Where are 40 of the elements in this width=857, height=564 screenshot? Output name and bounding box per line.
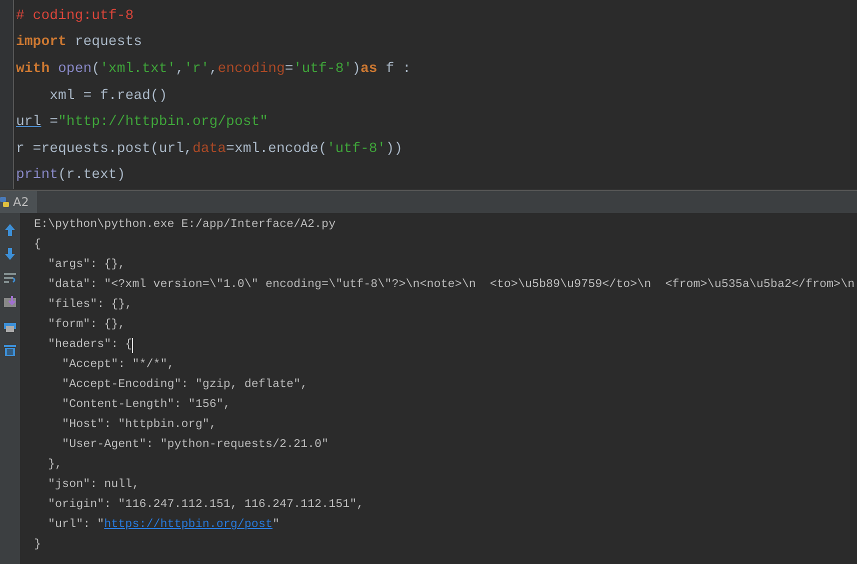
output-text: "json": null, [47,476,140,494]
output-text: "Host": "httpbin.org", [61,416,216,434]
output-text: E:\python\python.exe E:/app/Interface/A2.py [34,216,336,234]
output-text: "Content-Length": "156", [61,396,230,414]
code-token: 'r' [184,60,210,79]
python-icon [0,196,10,208]
code-comment: # coding:utf-8 [16,6,134,26]
down-arrow-icon[interactable] [2,246,18,262]
code-token: 'utf-8' [293,60,352,79]
code-token: open [57,60,92,79]
output-text: "data": "<?xml version=\"1.0\" encoding=\"utf-8\"?>\n<note>\n <to>\u5b89\u9759</to>\n <from>\u535a\u5ba2</from>\n [47,276,855,294]
code-token: url [16,113,42,132]
output-text: "headers": { [47,336,132,354]
up-arrow-icon[interactable] [2,222,18,238]
code-token: print [16,166,58,186]
run-tab[interactable]: A2 [0,191,37,213]
output-text: { [34,236,42,254]
code-token: 'xml.txt' [100,60,176,79]
output-text: "origin": "116.247.112.151, 116.247.112.151", [47,496,364,514]
url-link[interactable]: https://httpbin.org/post [104,516,272,534]
scroll-to-end-icon[interactable] [2,294,18,310]
code-editor[interactable]: # coding:utf-8 import requests with open('xml.txt','r',encoding='utf-8')as f : xml = f.read() url ="http://httpbin.org/post" r =requests.post(url,data=xml.encode('utf-8')) print(r.text) [0,0,857,190]
output-text: } [34,536,42,554]
output-text: "Accept-Encoding": "gzip, deflate", [61,376,308,394]
output-text: "files": {}, [47,296,132,314]
code-token: encoding [218,60,285,79]
code-token: data [192,140,226,159]
output-text: "args": {}, [47,256,126,274]
output-text: " [272,516,280,534]
code-token: with [16,60,50,79]
output-text: "Accept": "*/*", [61,356,174,374]
code-token: "http://httpbin.org/post" [58,113,268,132]
output-text: "form": {}, [47,316,126,334]
output-text: "User-Agent": "python-requests/2.21.0" [61,436,329,454]
code-token: 'utf-8' [326,140,386,159]
trash-icon[interactable] [2,342,18,358]
output-text: }, [47,456,62,474]
output-text: "url": " [47,516,104,534]
code-token: as [360,60,378,79]
code-token: import [16,33,66,52]
